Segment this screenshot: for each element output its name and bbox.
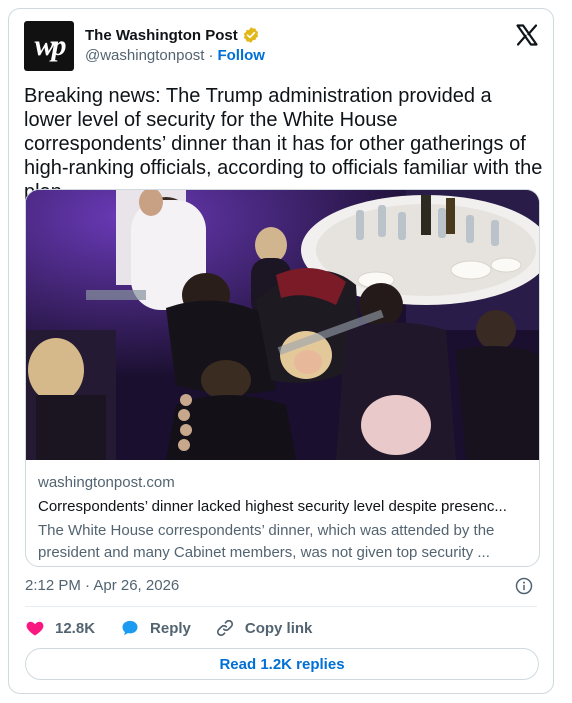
article-photo xyxy=(26,190,539,460)
link-domain: washingtonpost.com xyxy=(38,474,175,491)
tweet-actions: 12.8K Reply Copy link xyxy=(25,618,312,638)
link-preview-card[interactable]: washingtonpost.com Correspondents’ dinne… xyxy=(25,189,540,567)
link-icon xyxy=(216,619,233,637)
like-count: 12.8K xyxy=(55,619,96,637)
tweet-text: Breaking news: The Trump administration … xyxy=(24,85,543,203)
link-card-meta: washingtonpost.com Correspondents’ dinne… xyxy=(38,474,533,564)
copy-link-action[interactable]: Copy link xyxy=(215,618,313,638)
reply-action[interactable]: Reply xyxy=(120,618,191,638)
x-logo-icon[interactable] xyxy=(515,23,539,47)
author-name[interactable]: The Washington Post xyxy=(85,27,238,44)
avatar-logo: wp xyxy=(34,29,66,62)
author-name-row: The Washington Post xyxy=(85,26,260,44)
link-description: The White House correspondents’ dinner, … xyxy=(38,522,495,561)
tweet-card: wp The Washington Post @washingtonpost ·… xyxy=(8,8,554,694)
author-handle[interactable]: @washingtonpost xyxy=(85,47,204,64)
verified-badge-icon xyxy=(243,27,258,43)
divider xyxy=(25,606,537,607)
like-action[interactable]: 12.8K xyxy=(25,618,95,638)
read-replies-button[interactable]: Read 1.2K replies xyxy=(25,648,539,680)
tweet-timestamp[interactable]: 2:12 PM · Apr 26, 2026 xyxy=(25,577,179,594)
follow-button[interactable]: Follow xyxy=(217,47,265,64)
link-title[interactable]: Correspondents’ dinner lacked highest se… xyxy=(38,498,533,518)
copy-link-label: Copy link xyxy=(244,619,313,637)
reply-bubble-icon xyxy=(122,620,138,636)
author-avatar[interactable]: wp xyxy=(24,21,74,71)
heart-icon xyxy=(26,621,44,636)
author-handle-row: @washingtonpost · Follow xyxy=(85,47,265,64)
handle-separator: · xyxy=(208,47,214,64)
info-icon[interactable] xyxy=(515,577,533,595)
reply-label: Reply xyxy=(150,619,191,637)
